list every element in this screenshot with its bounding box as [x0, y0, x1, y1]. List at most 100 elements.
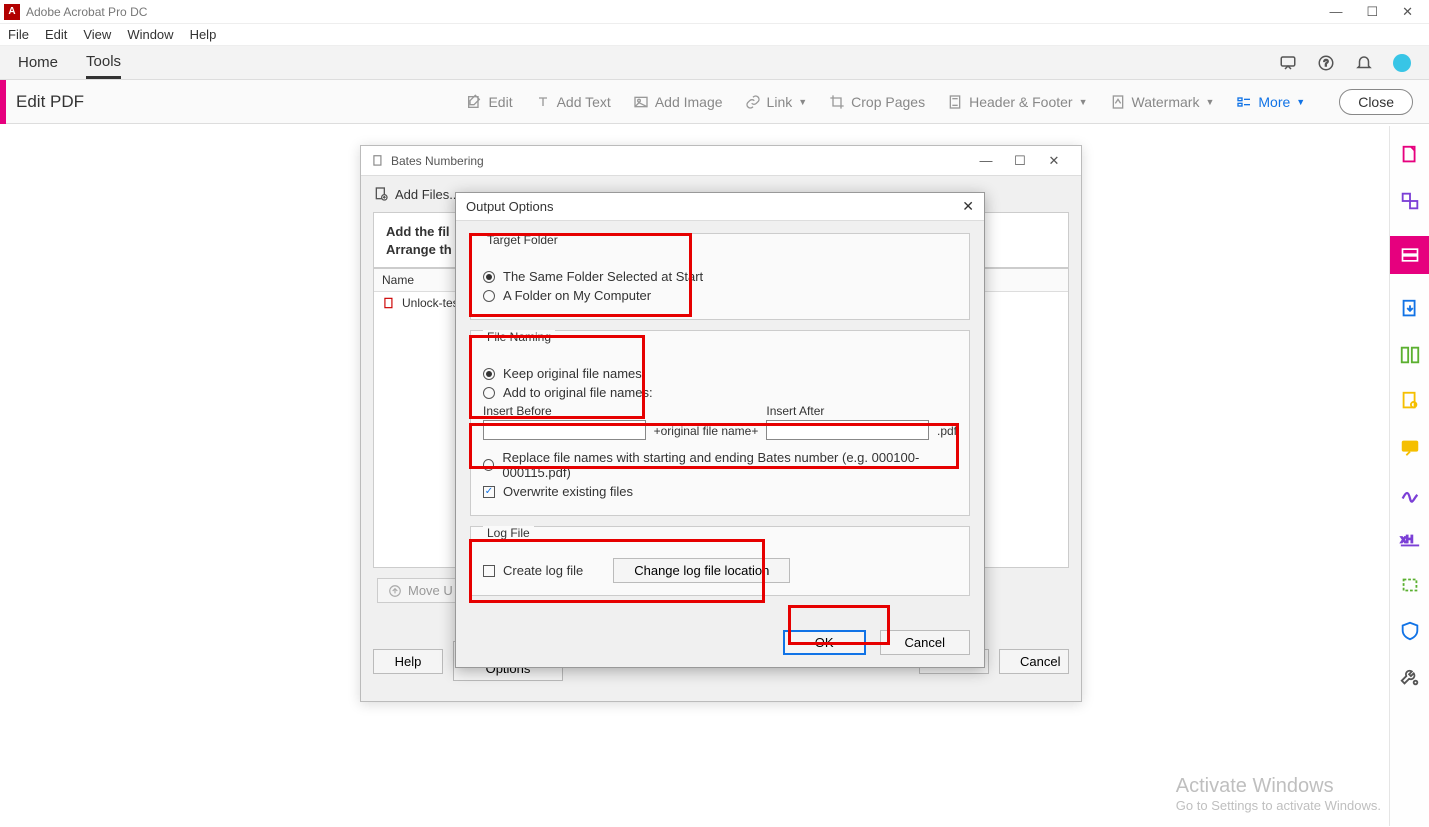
radio-my-computer[interactable]: A Folder on My Computer	[483, 288, 957, 303]
tab-tools[interactable]: Tools	[86, 47, 121, 79]
bates-title-text: Bates Numbering	[391, 154, 484, 168]
target-folder-fieldset: Target Folder The Same Folder Selected a…	[470, 233, 970, 320]
checkbox-icon: ✓	[483, 486, 495, 498]
avatar[interactable]	[1393, 54, 1411, 72]
app-title: Adobe Acrobat Pro DC	[26, 5, 1329, 19]
app-icon: A	[4, 4, 20, 20]
insert-before-input[interactable]	[483, 420, 646, 440]
insert-after-label: Insert After	[766, 404, 929, 418]
tools-icon[interactable]	[1399, 666, 1421, 688]
watermark-button[interactable]: Watermark ▼	[1110, 94, 1215, 110]
close-button[interactable]: Close	[1339, 89, 1413, 115]
bell-icon[interactable]	[1355, 54, 1373, 72]
checkbox-icon	[483, 565, 495, 577]
maximize-icon[interactable]: ☐	[1366, 4, 1378, 20]
radio-icon	[483, 387, 495, 399]
page-icon	[947, 94, 963, 110]
bates-titlebar: Bates Numbering — ☐ ✕	[361, 146, 1081, 176]
close-icon[interactable]: ✕	[1402, 4, 1413, 20]
close-icon[interactable]: ✕	[962, 198, 974, 215]
tabbar: Home Tools ?	[0, 46, 1429, 80]
radio-icon	[483, 368, 495, 380]
svg-text:xH: xH	[1400, 535, 1412, 546]
crop-button[interactable]: Crop Pages	[829, 94, 925, 110]
redact-icon[interactable]: xH	[1399, 528, 1421, 550]
radio-replace-names[interactable]: Replace file names with starting and end…	[483, 450, 957, 480]
organize-icon[interactable]	[1399, 344, 1421, 366]
radio-keep-names[interactable]: Keep original file names	[483, 366, 957, 381]
more-button[interactable]: More ▼	[1236, 94, 1305, 110]
right-rail: xH	[1389, 126, 1429, 826]
help-icon[interactable]: ?	[1317, 54, 1335, 72]
svg-text:?: ?	[1323, 58, 1328, 68]
create-pdf-icon[interactable]	[1399, 144, 1421, 166]
radio-icon	[483, 271, 495, 283]
radio-same-folder[interactable]: The Same Folder Selected at Start	[483, 269, 957, 284]
target-folder-legend: Target Folder	[483, 233, 562, 247]
menu-window[interactable]: Window	[127, 27, 173, 42]
menu-help[interactable]: Help	[190, 27, 217, 42]
minimize-icon[interactable]: —	[1329, 4, 1342, 20]
radio-add-names[interactable]: Add to original file names:	[483, 385, 957, 400]
radio-icon	[483, 290, 495, 302]
insert-name-row: Insert Before +original file name+ Inser…	[483, 404, 957, 440]
output-titlebar: Output Options ✕	[456, 193, 984, 221]
section-marker	[0, 80, 6, 124]
check-overwrite[interactable]: ✓ Overwrite existing files	[483, 484, 957, 499]
insert-before-label: Insert Before	[483, 404, 646, 418]
check-create-log[interactable]: Create log file	[483, 563, 583, 578]
chevron-down-icon: ▼	[798, 97, 807, 107]
chevron-down-icon: ▼	[1205, 97, 1214, 107]
comment-icon[interactable]	[1399, 436, 1421, 458]
link-icon	[745, 94, 761, 110]
sign-icon[interactable]	[1399, 482, 1421, 504]
bates-cancel-button[interactable]: Cancel	[999, 649, 1069, 674]
insert-after-input[interactable]	[766, 420, 929, 440]
section-title: Edit PDF	[16, 92, 84, 112]
add-file-icon	[373, 186, 389, 202]
header-footer-button[interactable]: Header & Footer ▼	[947, 94, 1087, 110]
send-comments-icon[interactable]	[1399, 390, 1421, 412]
combine-icon[interactable]	[1399, 190, 1421, 212]
file-naming-fieldset: File Naming Keep original file names Add…	[470, 330, 970, 516]
output-cancel-button[interactable]: Cancel	[880, 630, 970, 655]
minimize-icon[interactable]: —	[969, 153, 1003, 168]
move-up-button[interactable]: Move U	[377, 578, 464, 603]
menubar: File Edit View Window Help	[0, 24, 1429, 46]
menu-edit[interactable]: Edit	[45, 27, 67, 42]
optimize-icon[interactable]	[1399, 574, 1421, 596]
image-icon	[633, 94, 649, 110]
crop-icon	[829, 94, 845, 110]
menu-file[interactable]: File	[8, 27, 29, 42]
chevron-down-icon: ▼	[1296, 97, 1305, 107]
arrow-up-icon	[388, 584, 402, 598]
edit-icon	[466, 94, 482, 110]
add-image-button[interactable]: Add Image	[633, 94, 723, 110]
output-ok-button[interactable]: OK	[783, 630, 866, 655]
change-log-location-button[interactable]: Change log file location	[613, 558, 790, 583]
more-icon	[1236, 94, 1252, 110]
add-text-button[interactable]: Add Text	[535, 94, 611, 110]
menu-view[interactable]: View	[83, 27, 111, 42]
chat-icon[interactable]	[1279, 54, 1297, 72]
chevron-down-icon: ▼	[1079, 97, 1088, 107]
page-icon	[371, 154, 385, 168]
ext-label: .pdf	[937, 424, 957, 440]
text-icon	[535, 94, 551, 110]
tab-home[interactable]: Home	[18, 48, 58, 77]
maximize-icon[interactable]: ☐	[1003, 153, 1037, 169]
protect-icon[interactable]	[1399, 620, 1421, 642]
windows-watermark: Activate Windows Go to Settings to activ…	[1176, 775, 1381, 813]
close-icon[interactable]: ✕	[1037, 153, 1071, 169]
bates-help-button[interactable]: Help	[373, 649, 443, 674]
edit-button[interactable]: Edit	[466, 94, 512, 110]
output-options-dialog: Output Options ✕ Target Folder The Same …	[455, 192, 985, 668]
log-file-fieldset: Log File Create log file Change log file…	[470, 526, 970, 596]
pdf-icon	[382, 296, 396, 310]
log-file-legend: Log File	[483, 526, 534, 540]
file-naming-legend: File Naming	[483, 330, 555, 344]
titlebar: A Adobe Acrobat Pro DC — ☐ ✕	[0, 0, 1429, 24]
link-button[interactable]: Link ▼	[745, 94, 808, 110]
export-pdf-icon[interactable]	[1399, 298, 1421, 320]
edit-pdf-icon[interactable]	[1390, 236, 1429, 274]
